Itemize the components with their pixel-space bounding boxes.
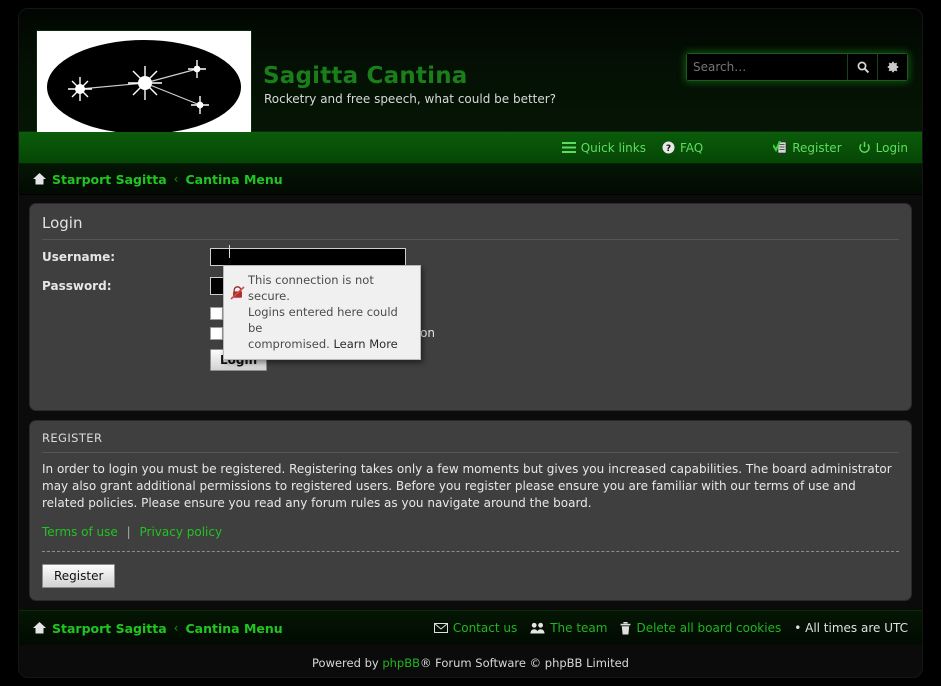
crossed-out-padlock-icon bbox=[230, 272, 248, 352]
username-row: Username: bbox=[42, 248, 899, 266]
login-panel-title: Login bbox=[42, 214, 899, 240]
page-wrapper: Sagitta Cantina Rocketry and free speech… bbox=[18, 8, 923, 678]
footer-the-team[interactable]: The team bbox=[530, 621, 607, 635]
register-button[interactable]: Register bbox=[42, 564, 115, 588]
breadcrumb-current-link[interactable]: Cantina Menu bbox=[185, 172, 282, 187]
username-label: Username: bbox=[42, 250, 210, 264]
footer-contact-us-label: Contact us bbox=[453, 621, 517, 635]
username-input[interactable] bbox=[210, 248, 406, 266]
password-label: Password: bbox=[42, 279, 210, 293]
site-description: Rocketry and free speech, what could be … bbox=[264, 92, 556, 106]
search-submit-button[interactable] bbox=[847, 54, 877, 80]
link-separator: | bbox=[127, 525, 131, 539]
terms-of-use-link[interactable]: Terms of use bbox=[42, 525, 118, 539]
privacy-policy-link[interactable]: Privacy policy bbox=[139, 525, 222, 539]
footer-home-icon bbox=[33, 622, 46, 634]
powered-by-suffix: ® Forum Software © phpBB Limited bbox=[420, 656, 629, 670]
footer-home-link[interactable]: Starport Sagitta bbox=[52, 621, 167, 636]
register-panel-title: REGISTER bbox=[42, 431, 899, 453]
insecure-connection-warning: This connection is not secure. Logins en… bbox=[223, 265, 421, 360]
nav-register-label: Register bbox=[792, 141, 841, 155]
breadcrumb-home-link[interactable]: Starport Sagitta bbox=[52, 172, 167, 187]
search-input[interactable] bbox=[687, 54, 847, 80]
hamburger-icon bbox=[562, 142, 576, 153]
constellation-logo-icon bbox=[45, 39, 243, 135]
trash-icon bbox=[620, 622, 631, 635]
footer-delete-cookies-label: Delete all board cookies bbox=[636, 621, 781, 635]
copyright-line: Powered by phpBB® Forum Software © phpBB… bbox=[19, 645, 922, 670]
divider bbox=[42, 551, 899, 552]
nav-register[interactable]: Register bbox=[773, 141, 841, 155]
footer-contact-us[interactable]: Contact us bbox=[434, 621, 517, 635]
footer-timezone: • All times are UTC bbox=[794, 621, 908, 635]
footer-bar: Starport Sagitta ‹ Cantina Menu Contact … bbox=[19, 610, 922, 645]
power-icon bbox=[858, 141, 871, 154]
nav-quick-links-label: Quick links bbox=[581, 141, 646, 155]
login-panel: Login Username: Password: bbox=[29, 203, 912, 411]
footer-breadcrumb-separator: ‹ bbox=[174, 621, 179, 635]
policy-links: Terms of use | Privacy policy bbox=[42, 525, 899, 539]
register-panel: REGISTER In order to login you must be r… bbox=[29, 420, 912, 601]
phpbb-link[interactable]: phpBB bbox=[382, 656, 420, 670]
register-description: In order to login you must be registered… bbox=[42, 461, 899, 512]
magnifier-icon bbox=[856, 60, 870, 74]
svg-text:?: ? bbox=[666, 144, 671, 154]
breadcrumb: Starport Sagitta ‹ Cantina Menu bbox=[19, 164, 922, 195]
home-icon bbox=[33, 173, 46, 185]
question-circle-icon: ? bbox=[662, 141, 675, 154]
content-area: Login Username: Password: bbox=[19, 195, 922, 601]
nav-quick-links[interactable]: Quick links bbox=[562, 141, 646, 155]
people-icon bbox=[530, 622, 545, 634]
warning-line-2: Logins entered here could be bbox=[248, 305, 398, 335]
site-logo[interactable] bbox=[37, 31, 251, 143]
hide-status-checkbox[interactable] bbox=[210, 327, 223, 340]
learn-more-link[interactable]: Learn More bbox=[333, 337, 397, 351]
footer-delete-cookies[interactable]: Delete all board cookies bbox=[620, 621, 781, 635]
search-options-button[interactable] bbox=[877, 54, 907, 80]
nav-faq-label: FAQ bbox=[680, 141, 703, 155]
nav-login-label: Login bbox=[876, 141, 908, 155]
footer-the-team-label: The team bbox=[550, 621, 607, 635]
password-row: Password: bbox=[42, 277, 899, 295]
text-cursor bbox=[229, 245, 230, 258]
register-checklist-icon bbox=[773, 141, 787, 154]
envelope-icon bbox=[434, 623, 448, 633]
footer-current-link[interactable]: Cantina Menu bbox=[185, 621, 282, 636]
gear-icon bbox=[886, 60, 900, 74]
nav-login[interactable]: Login bbox=[858, 141, 908, 155]
warning-line-3: compromised. bbox=[248, 337, 330, 351]
remember-me-checkbox[interactable] bbox=[210, 307, 223, 320]
main-navbar: Quick links ? FAQ bbox=[19, 132, 922, 164]
powered-by-prefix: Powered by bbox=[312, 656, 382, 670]
warning-text: This connection is not secure. Logins en… bbox=[248, 272, 413, 352]
warning-line-1: This connection is not secure. bbox=[248, 273, 374, 303]
site-header: Sagitta Cantina Rocketry and free speech… bbox=[19, 9, 922, 132]
site-title: Sagitta Cantina bbox=[263, 63, 468, 89]
breadcrumb-separator: ‹ bbox=[174, 172, 179, 186]
search-box[interactable] bbox=[686, 53, 908, 81]
nav-faq[interactable]: ? FAQ bbox=[662, 141, 703, 155]
